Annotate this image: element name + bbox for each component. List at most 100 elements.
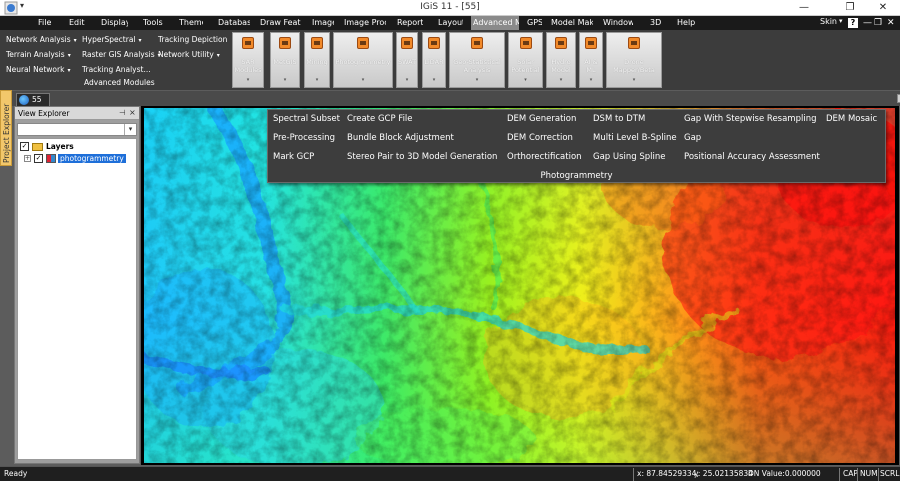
menu-display[interactable]: Display (101, 16, 128, 30)
skin-dropdown-icon[interactable]: ▾ (839, 17, 843, 25)
geo-statistical-analysis-button[interactable]: Geo-Statistical Analysis ▾ (449, 32, 505, 88)
menu-help[interactable]: Help (677, 16, 695, 30)
ribbon-tracking-analyst[interactable]: Tracking Analyst... (82, 65, 151, 74)
layers-checkbox[interactable]: ✓ (20, 142, 29, 151)
mining-button[interactable]: Mining ▾ (304, 32, 330, 88)
menu-database[interactable]: Database (218, 16, 250, 30)
menu-tools[interactable]: Tools (143, 16, 163, 30)
dropdown-arrow-icon: ▾ (67, 67, 71, 74)
restore-button[interactable]: ❐ (836, 0, 864, 16)
menu-positional-accuracy-assessment[interactable]: Positional Accuracy Assessment (684, 152, 820, 162)
ai-ml-icon (585, 37, 597, 49)
photogrammetry-icon (357, 37, 369, 49)
solar-potential-label: Solar Potential (511, 58, 540, 74)
photogrammetry-button[interactable]: Photogrammetry ▾ (333, 32, 393, 88)
menu-image-processing[interactable]: Image Proce (344, 16, 386, 30)
menu-gap-stepwise-resampling[interactable]: Gap With Stepwise Resampling (684, 114, 817, 124)
help-icon[interactable]: ? (848, 18, 858, 28)
document-tab-strip: 55 ▾ (12, 91, 900, 106)
close-panel-icon[interactable]: × (129, 108, 136, 117)
view-selector-combobox[interactable]: ▾ (17, 123, 137, 136)
doc-restore-button[interactable]: ❐ (874, 16, 882, 30)
lidar-icon (428, 37, 440, 49)
menu-stereo-pair-3d-model[interactable]: Stereo Pair to 3D Model Generation (347, 152, 497, 162)
swat-button[interactable]: SWAT ▾ (396, 32, 418, 88)
pin-icon[interactable]: ⊣ (119, 108, 126, 117)
menu-gap[interactable]: Gap (684, 133, 701, 143)
ribbon-terrain-analysis[interactable]: Terrain Analysis ▾ (6, 50, 71, 59)
hydro-model-button[interactable]: Hydro Model ▾ (546, 32, 576, 88)
title-bar: ▾ IGiS 11 - [55] — ❐ ✕ (0, 0, 900, 16)
lidar-button[interactable]: LiDAR ▾ (422, 32, 446, 88)
ribbon: Network Analysis ▾ Terrain Analysis ▾ Neur… (0, 30, 900, 90)
minimize-button[interactable]: — (790, 0, 818, 16)
menu-report[interactable]: Report (397, 16, 423, 30)
drone-mapper-button[interactable]: Drone Mapper/Beta ▾ (606, 32, 662, 88)
menu-dem-correction[interactable]: DEM Correction (507, 133, 573, 143)
ai-ml-button[interactable]: AI & ML ▾ (579, 32, 603, 88)
photogrammetry-layer-label[interactable]: photogrammetry (58, 154, 126, 163)
lidar-label: LiDAR (424, 58, 444, 66)
drone-mapper-icon (628, 37, 640, 49)
dropdown-arrow-icon: ▾ (405, 77, 409, 83)
doc-minimize-button[interactable]: — (863, 16, 872, 30)
menu-image[interactable]: Image (312, 16, 334, 30)
ribbon-raster-gis-analysis[interactable]: Raster GIS Analysis ▾ (82, 50, 161, 59)
metgis-button[interactable]: MetGIS ▾ (270, 32, 300, 88)
project-explorer-tab[interactable]: Project Explorer (0, 90, 12, 166)
menu-bar: File Edit Display Tools Theme Database D… (0, 16, 900, 30)
doc-close-button[interactable]: ✕ (887, 16, 895, 30)
doc-tab-55[interactable]: 55 (16, 93, 50, 106)
swat-icon (401, 37, 413, 49)
photogrammetry-group-label: Photogrammetry (540, 171, 613, 181)
menu-window[interactable]: Window (603, 16, 633, 30)
menu-multi-level-b-spline[interactable]: Multi Level B-Spline (593, 133, 677, 143)
photogrammetry-layer-checkbox[interactable]: ✓ (34, 154, 43, 163)
view-explorer-title: View Explorer (18, 109, 70, 118)
mining-icon (311, 37, 323, 49)
divider (878, 468, 879, 481)
menu-layout[interactable]: Layout (438, 16, 463, 30)
expand-icon[interactable]: + (24, 155, 31, 162)
coord-x: x: 87.84529334, (637, 469, 699, 478)
dropdown-arrow-icon: ▾ (361, 77, 365, 83)
mining-label: Mining (306, 58, 328, 66)
ribbon-network-analysis[interactable]: Network Analysis ▾ (6, 35, 77, 44)
menu-dem-generation[interactable]: DEM Generation (507, 114, 576, 124)
menu-advanced-modules[interactable]: Advanced M (471, 16, 519, 30)
ribbon-hyperspectral[interactable]: HyperSpectral ▾ (82, 35, 142, 44)
sar-modules-button[interactable]: SAR Modules ▾ (232, 32, 264, 88)
close-button[interactable]: ✕ (869, 0, 897, 16)
divider (857, 468, 858, 481)
menu-spectral-subset[interactable]: Spectral Subset (273, 114, 340, 124)
menu-dsm-to-dtm[interactable]: DSM to DTM (593, 114, 645, 124)
menu-file[interactable]: File (38, 16, 52, 30)
dropdown-arrow-icon: ▾ (67, 52, 71, 59)
menu-dem-mosaic[interactable]: DEM Mosaic (826, 114, 877, 124)
menu-bundle-block-adjustment[interactable]: Bundle Block Adjustment (347, 133, 454, 143)
menu-model-maker[interactable]: Model Make (551, 16, 593, 30)
layers-root-label[interactable]: Layers (46, 142, 74, 151)
caps-lock-indicator: CAP (843, 469, 858, 478)
menu-3d[interactable]: 3D (650, 16, 662, 30)
menu-theme[interactable]: Theme (179, 16, 203, 30)
menu-pre-processing[interactable]: Pre-Processing (273, 133, 335, 143)
menu-gap-using-spline[interactable]: Gap Using Spline (593, 152, 666, 162)
solar-potential-button[interactable]: Solar Potential ▾ (508, 32, 543, 88)
menu-mark-gcp[interactable]: Mark GCP (273, 152, 314, 162)
menu-orthorectification[interactable]: Orthorectification (507, 152, 582, 162)
menu-draw-feature[interactable]: Draw Featur (260, 16, 301, 30)
folder-icon (32, 143, 43, 151)
skin-menu[interactable]: Skin (820, 17, 837, 26)
ribbon-tracking-depiction[interactable]: Tracking Depiction (158, 35, 227, 44)
view-explorer-panel: View Explorer ⊣ × ▾ ✓ Layers + ✓ photogr… (14, 106, 140, 464)
window-title: IGiS 11 - [55] (420, 2, 480, 12)
chevron-down-icon[interactable]: ▾ (124, 124, 136, 135)
menu-gps[interactable]: GPS (527, 16, 542, 30)
menu-create-gcp-file[interactable]: Create GCP File (347, 114, 413, 124)
menu-edit[interactable]: Edit (69, 16, 85, 30)
doc-tab-label: 55 (32, 95, 42, 104)
ribbon-neural-network[interactable]: Neural Network ▾ (6, 65, 70, 74)
dropdown-arrow-icon: ▾ (559, 77, 563, 83)
ribbon-network-utility[interactable]: Network Utility ▾ (158, 50, 220, 59)
